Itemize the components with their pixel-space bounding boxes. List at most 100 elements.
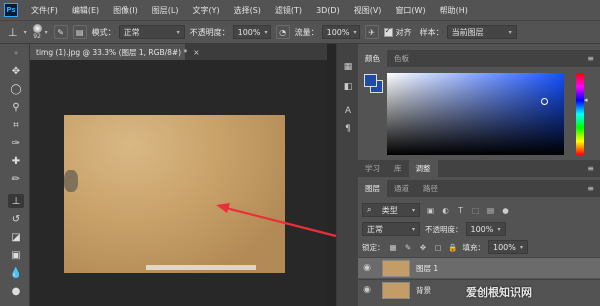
layer-opacity-value: 100% xyxy=(470,224,494,234)
panel-menu-icon[interactable]: ≡ xyxy=(587,164,594,173)
brush-preset-picker[interactable]: 92 xyxy=(32,24,42,40)
pressure-opacity-icon[interactable]: ◔ xyxy=(275,25,290,39)
crop-tool-icon[interactable]: ⌗ xyxy=(8,118,24,132)
opacity-field[interactable]: 100% ▾ xyxy=(232,25,271,39)
search-icon: ⌕ xyxy=(367,205,372,214)
tab-color[interactable]: 颜色 xyxy=(358,50,387,67)
brush-tip-icon xyxy=(32,24,42,33)
layer-name: 图层 1 xyxy=(416,263,439,273)
layer-thumbnail xyxy=(382,281,410,299)
type-filter-icon[interactable]: T xyxy=(455,205,466,216)
tab-swatches[interactable]: 色板 xyxy=(387,50,416,67)
layer-filter-bar: ⌕ 类型 ▾ ▣ ◐ T ⬚ ▤ ● xyxy=(358,201,600,219)
color-picker-field[interactable] xyxy=(387,73,564,155)
history-brush-tool-icon[interactable]: ↺ xyxy=(8,212,24,226)
menu-image[interactable]: 图像(I) xyxy=(106,5,145,16)
hue-slider-handle[interactable]: ◂ xyxy=(584,96,588,104)
menu-file[interactable]: 文件(F) xyxy=(24,5,65,16)
tab-libraries[interactable]: 库 xyxy=(387,160,409,177)
tab-channels[interactable]: 通道 xyxy=(387,180,416,197)
menu-layer[interactable]: 图层(L) xyxy=(145,5,186,16)
pixel-filter-icon[interactable]: ▣ xyxy=(425,205,436,216)
menu-edit[interactable]: 编辑(E) xyxy=(65,5,106,16)
close-icon[interactable]: × xyxy=(193,48,199,57)
clone-source-icon[interactable]: ▤ xyxy=(72,25,87,39)
lasso-tool-icon[interactable]: ◯ xyxy=(8,82,24,96)
lock-transparency-icon[interactable]: ▦ xyxy=(388,242,399,253)
lock-pixels-icon[interactable]: ✎ xyxy=(403,242,414,253)
align-label: 对齐 xyxy=(395,27,412,37)
layers-panel-tabs: 图层 通道 路径 ≡ xyxy=(358,180,600,197)
smart-object-filter-icon[interactable]: ▤ xyxy=(485,205,496,216)
mode-value: 正常 xyxy=(123,27,140,37)
adjustment-filter-icon[interactable]: ◐ xyxy=(440,205,451,216)
watermark-text: 爱创根知识网 xyxy=(466,286,532,299)
filter-toggle-icon[interactable]: ● xyxy=(500,205,511,216)
brush-tool-icon[interactable]: ✏ xyxy=(8,172,24,186)
foreground-color-swatch[interactable] xyxy=(364,74,377,87)
eye-icon[interactable]: ◉ xyxy=(358,263,376,273)
menu-view[interactable]: 视图(V) xyxy=(347,5,389,16)
menu-filter[interactable]: 滤镜(T) xyxy=(268,5,309,16)
color-picker-ring[interactable] xyxy=(541,98,548,105)
layer-kind-filter[interactable]: ⌕ 类型 ▾ xyxy=(362,203,420,217)
history-panel-icon[interactable]: ▦ xyxy=(340,60,356,74)
dodge-tool-icon[interactable]: ● xyxy=(8,284,24,298)
opacity-label: 不透明度： xyxy=(189,27,230,37)
panel-menu-icon[interactable]: ≡ xyxy=(587,184,594,193)
tab-paths[interactable]: 路径 xyxy=(416,180,445,197)
layer-opacity-field[interactable]: 100% ▾ xyxy=(465,222,506,236)
blend-mode-value: 正常 xyxy=(367,224,383,234)
character-panel-icon[interactable]: A xyxy=(340,104,356,118)
gradient-tool-icon[interactable]: ▣ xyxy=(8,248,24,262)
eraser-tool-icon[interactable]: ◪ xyxy=(8,230,24,244)
color-panel-tabs: 颜色 色板 ≡ xyxy=(358,50,600,67)
chevron-down-icon: ▾ xyxy=(353,28,357,36)
properties-panel-icon[interactable]: ◧ xyxy=(340,80,356,94)
stamp-tool-icon[interactable]: ⊥ xyxy=(8,26,18,39)
fill-label: 填充： xyxy=(462,242,486,252)
chevron-down-icon: ▾ xyxy=(411,206,415,214)
brush-size-value: 92 xyxy=(33,33,41,40)
layer-row-layer1[interactable]: ◉ 图层 1 xyxy=(358,257,600,278)
menu-select[interactable]: 选择(S) xyxy=(227,5,268,16)
brush-caret-icon[interactable]: ▾ xyxy=(45,29,48,36)
chevron-down-icon: ▾ xyxy=(411,225,415,233)
magic-wand-tool-icon[interactable]: ⚲ xyxy=(8,100,24,114)
clone-stamp-tool-icon[interactable]: ⊥ xyxy=(8,194,24,208)
flow-field[interactable]: 100% ▾ xyxy=(321,25,360,39)
blend-mode-dropdown[interactable]: 正常 ▾ xyxy=(362,222,420,236)
menu-3d[interactable]: 3D(D) xyxy=(309,6,347,15)
move-tool-icon[interactable]: ✥ xyxy=(8,64,24,78)
tab-learn[interactable]: 学习 xyxy=(358,160,387,177)
photoshop-logo: Ps xyxy=(4,3,18,17)
tool-preset-caret-icon[interactable]: ▾ xyxy=(24,29,27,36)
blur-tool-icon[interactable]: 💧 xyxy=(8,266,24,280)
lock-all-icon[interactable]: 🔒 xyxy=(448,242,459,253)
mode-dropdown[interactable]: 正常 ▾ xyxy=(118,25,185,39)
menu-help[interactable]: 帮助(H) xyxy=(433,5,475,16)
blend-opacity-row: 正常 ▾ 不透明度： 100% ▾ xyxy=(358,220,600,238)
document-tab[interactable]: timg (1).jpg @ 33.3% (图层 1, RGB/8#) * × xyxy=(30,44,200,60)
fill-value: 100% xyxy=(493,242,516,252)
hue-slider[interactable] xyxy=(576,73,584,155)
sample-dropdown[interactable]: 当前图层 ▾ xyxy=(446,25,517,39)
brush-settings-icon[interactable]: ✎ xyxy=(53,25,68,39)
lock-artboard-icon[interactable]: ▢ xyxy=(433,242,444,253)
eyedropper-tool-icon[interactable]: ✑ xyxy=(8,136,24,150)
airbrush-icon[interactable]: ✈ xyxy=(364,25,379,39)
flow-value: 100% xyxy=(326,27,350,37)
lock-position-icon[interactable]: ✥ xyxy=(418,242,429,253)
align-checkbox[interactable] xyxy=(383,26,393,37)
panel-collapse-icon[interactable]: » xyxy=(8,46,24,60)
shape-filter-icon[interactable]: ⬚ xyxy=(470,205,481,216)
fill-field[interactable]: 100% ▾ xyxy=(488,240,528,254)
tab-adjustments[interactable]: 调整 xyxy=(408,160,438,177)
menu-type[interactable]: 文字(Y) xyxy=(185,5,226,16)
panel-menu-icon[interactable]: ≡ xyxy=(587,54,594,63)
eye-icon[interactable]: ◉ xyxy=(358,285,376,295)
menu-window[interactable]: 窗口(W) xyxy=(388,5,432,16)
paragraph-panel-icon[interactable]: ¶ xyxy=(340,122,356,136)
tab-layers[interactable]: 图层 xyxy=(358,180,387,197)
healing-brush-tool-icon[interactable]: ✚ xyxy=(8,154,24,168)
